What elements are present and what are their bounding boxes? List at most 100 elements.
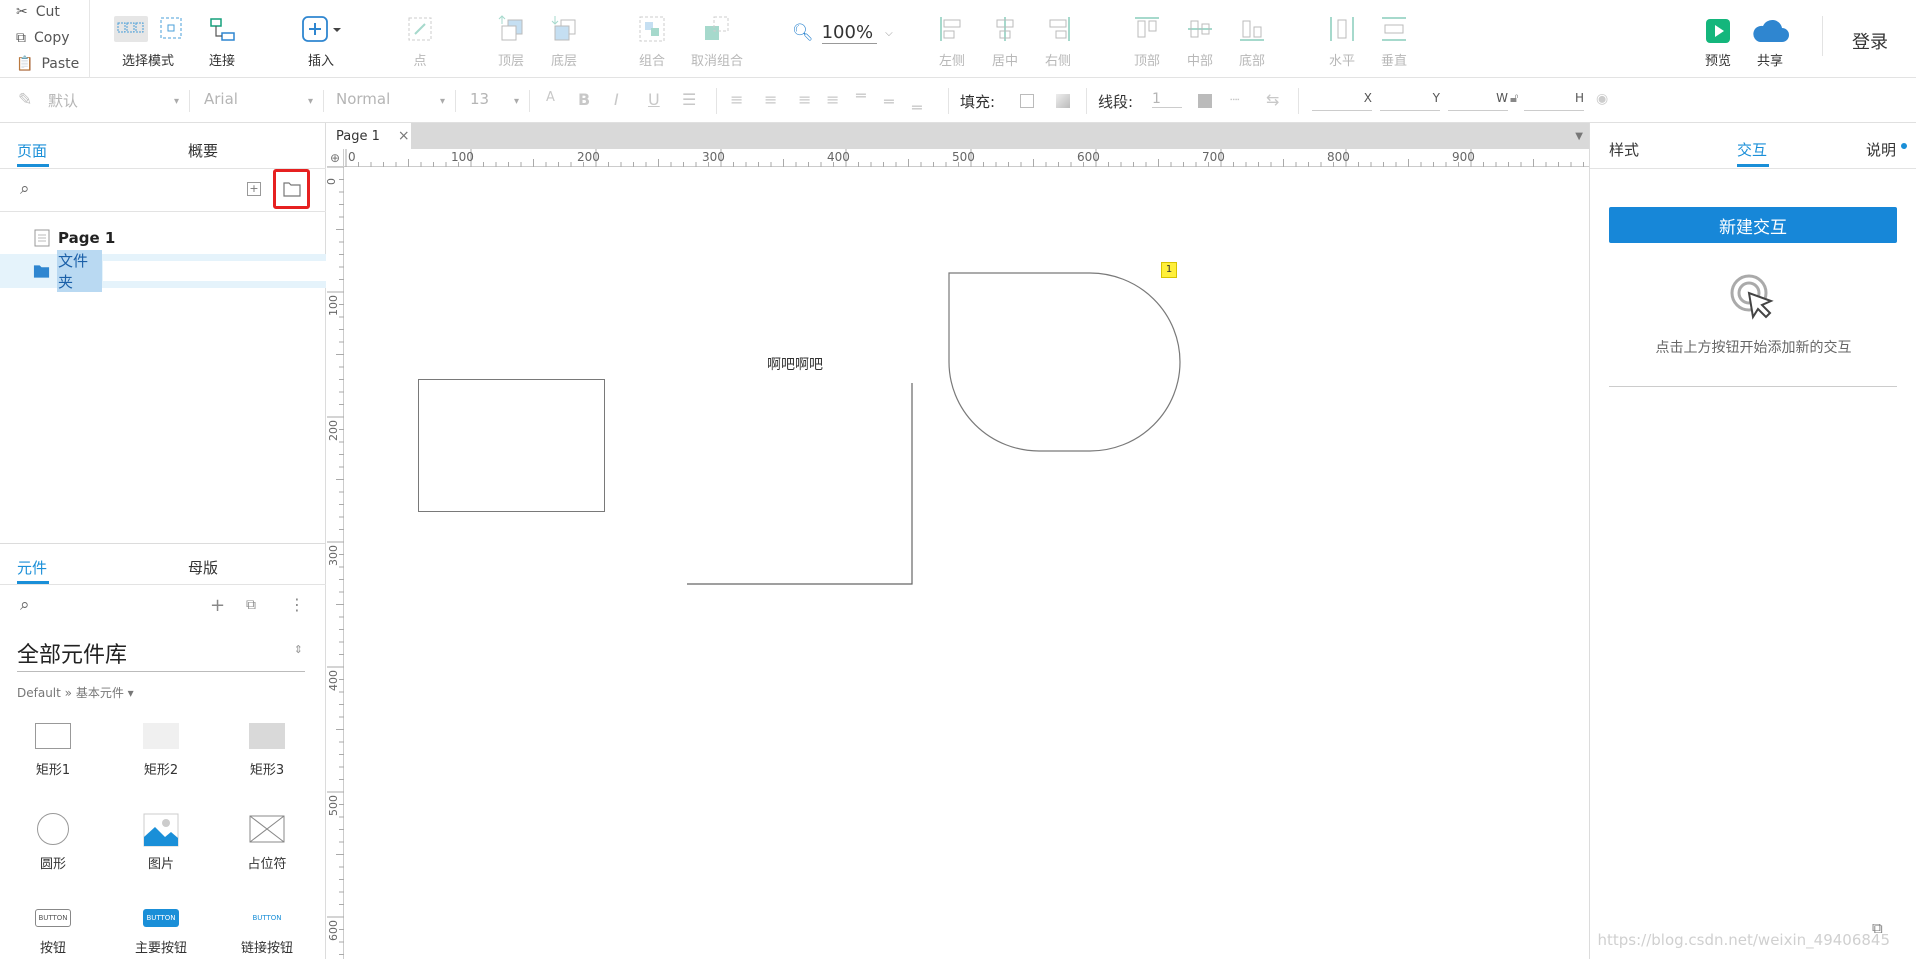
ruler-label: 200: [327, 420, 340, 441]
fill-gradient-icon[interactable]: [1056, 94, 1070, 108]
widget-image[interactable]: 图片: [121, 813, 201, 872]
bullet-list-icon[interactable]: ☰: [682, 90, 696, 109]
underline-icon[interactable]: U: [648, 90, 660, 109]
align-bottom-button[interactable]: 底部: [1216, 10, 1288, 69]
x-field[interactable]: X: [1312, 91, 1372, 111]
widget-button[interactable]: BUTTON 按钮: [13, 909, 93, 956]
tab-pages[interactable]: 页面: [17, 140, 47, 161]
divider: [1590, 168, 1916, 169]
visibility-eye-icon[interactable]: ◉: [1596, 91, 1608, 107]
line-style-icon[interactable]: ┈: [1230, 90, 1240, 109]
search-icon[interactable]: ⌕: [20, 179, 30, 199]
widget-search-icon[interactable]: ⌕: [20, 595, 30, 615]
align-bottom-icon: [1237, 10, 1267, 44]
valign-top-icon[interactable]: ═: [856, 86, 866, 105]
active-tab-indicator: [1737, 164, 1769, 167]
text-justify-icon[interactable]: ≡: [826, 90, 839, 109]
widget-rectangle1[interactable]: 矩形1: [13, 723, 93, 778]
widget-primary-button[interactable]: BUTTON 主要按钮: [121, 909, 201, 956]
tab-widgets[interactable]: 元件: [17, 557, 47, 578]
arrow-style-icon[interactable]: ⇆: [1266, 90, 1279, 109]
more-options-icon[interactable]: ⋮: [289, 595, 305, 614]
login-link[interactable]: 登录: [1852, 28, 1888, 54]
insert-button[interactable]: 插入: [285, 10, 357, 69]
chevron-down-icon: ▾: [439, 96, 445, 107]
select-mode-button[interactable]: 选择模式: [110, 10, 186, 69]
widget-link-button[interactable]: BUTTON 链接按钮: [227, 909, 307, 956]
folder-name-editing[interactable]: 文件夹: [57, 250, 102, 292]
text-align-center-icon[interactable]: ≡: [764, 90, 777, 109]
widget-rectangle3[interactable]: 矩形3: [227, 723, 307, 778]
distribute-horizontal-icon: [1327, 10, 1357, 44]
rectangle-thumb: [143, 723, 179, 749]
primary-button-thumb: BUTTON: [143, 909, 179, 927]
note-badge[interactable]: 1: [1161, 262, 1177, 278]
library-path[interactable]: Default » 基本元件 ▾: [17, 684, 134, 701]
tab-masters[interactable]: 母版: [188, 557, 218, 578]
canvas-rectangle[interactable]: [418, 379, 605, 512]
font-size-select[interactable]: 13 ▾: [470, 90, 530, 112]
page-item-page1[interactable]: Page 1: [0, 221, 326, 255]
add-library-icon[interactable]: +: [210, 595, 225, 616]
distribute-vertical-button[interactable]: 垂直: [1358, 10, 1430, 69]
weight-select[interactable]: Normal ▾: [336, 90, 456, 112]
cut-button[interactable]: ✂ Cut: [16, 4, 60, 20]
zoom-value[interactable]: 100%: [821, 22, 878, 44]
send-to-back-button[interactable]: 底层: [528, 10, 600, 69]
lock-icon[interactable]: 🔓︎: [1510, 91, 1518, 106]
y-field[interactable]: Y: [1380, 91, 1440, 111]
page-tab[interactable]: Page 1 ×: [327, 123, 411, 149]
font-select[interactable]: Arial ▾: [204, 90, 324, 112]
cloud-icon: [1750, 10, 1790, 44]
close-icon[interactable]: ×: [398, 128, 410, 144]
point-button[interactable]: 点: [384, 10, 456, 69]
add-folder-button[interactable]: [273, 169, 310, 209]
ruler-label: 500: [952, 150, 975, 164]
paste-button[interactable]: 📋 Paste: [16, 56, 79, 72]
italic-icon[interactable]: I: [614, 90, 619, 109]
align-right-button[interactable]: 右侧: [1022, 10, 1094, 69]
h-field[interactable]: H: [1524, 91, 1584, 111]
copy-button[interactable]: ⧉ Copy: [16, 30, 70, 46]
share-button[interactable]: 共享: [1734, 10, 1806, 69]
rename-input[interactable]: [102, 261, 326, 281]
widget-rectangle2[interactable]: 矩形2: [121, 723, 201, 778]
text-align-left-icon[interactable]: ≡: [730, 90, 743, 109]
tab-outline[interactable]: 概要: [188, 140, 218, 161]
tab-style[interactable]: 样式: [1609, 139, 1639, 160]
tab-list-dropdown-icon[interactable]: ▼: [1575, 131, 1583, 142]
library-manage-icon[interactable]: ⧉: [246, 597, 256, 613]
circle-thumb: [37, 813, 69, 845]
canvas-polyline[interactable]: [687, 258, 917, 590]
widget-circle[interactable]: 圆形: [13, 813, 93, 872]
fill-color-swatch[interactable]: [1020, 94, 1034, 108]
ruler-origin-icon[interactable]: ⊕: [327, 149, 344, 167]
ungroup-button[interactable]: 取消组合: [677, 10, 757, 69]
zoom-control[interactable]: 🔍︎ 100% ⌵: [792, 22, 893, 44]
add-page-icon[interactable]: +: [247, 182, 261, 196]
align-right-icon: [1043, 10, 1073, 44]
library-select[interactable]: 全部元件库 ⇕: [17, 637, 305, 672]
tab-interaction[interactable]: 交互: [1737, 139, 1767, 160]
rectangle-thumb: [35, 723, 71, 749]
format-divider: [1086, 88, 1087, 114]
text-align-right-icon[interactable]: ≡: [798, 90, 811, 109]
widget-placeholder[interactable]: 占位符: [227, 813, 307, 872]
left-panel: 页面 概要 ⌕ + Page 1 文件夹 元件 母版 ⌕ + ⧉ ⋮ 全部元件库…: [0, 123, 326, 959]
tab-notes[interactable]: 说明: [1866, 139, 1896, 160]
page-item-folder[interactable]: 文件夹: [0, 250, 326, 292]
ruler-label: 400: [827, 150, 850, 164]
w-field[interactable]: W: [1448, 91, 1508, 111]
horizontal-ruler: 0 100 200 300 400 500 600 700 800 900: [343, 149, 1589, 167]
canvas-rounded-shape[interactable]: [947, 271, 1192, 456]
font-color-icon[interactable]: A: [546, 90, 555, 105]
valign-bottom-icon[interactable]: ═: [912, 98, 922, 117]
bold-icon[interactable]: B: [578, 90, 590, 109]
line-color-swatch[interactable]: [1198, 94, 1212, 108]
connect-button[interactable]: 连接: [186, 10, 258, 69]
format-divider: [1298, 88, 1299, 114]
new-interaction-button[interactable]: 新建交互: [1609, 207, 1897, 243]
valign-middle-icon[interactable]: ═: [884, 92, 894, 111]
line-width-input[interactable]: 1: [1152, 91, 1182, 108]
style-select[interactable]: 默认 ▾: [48, 90, 190, 112]
